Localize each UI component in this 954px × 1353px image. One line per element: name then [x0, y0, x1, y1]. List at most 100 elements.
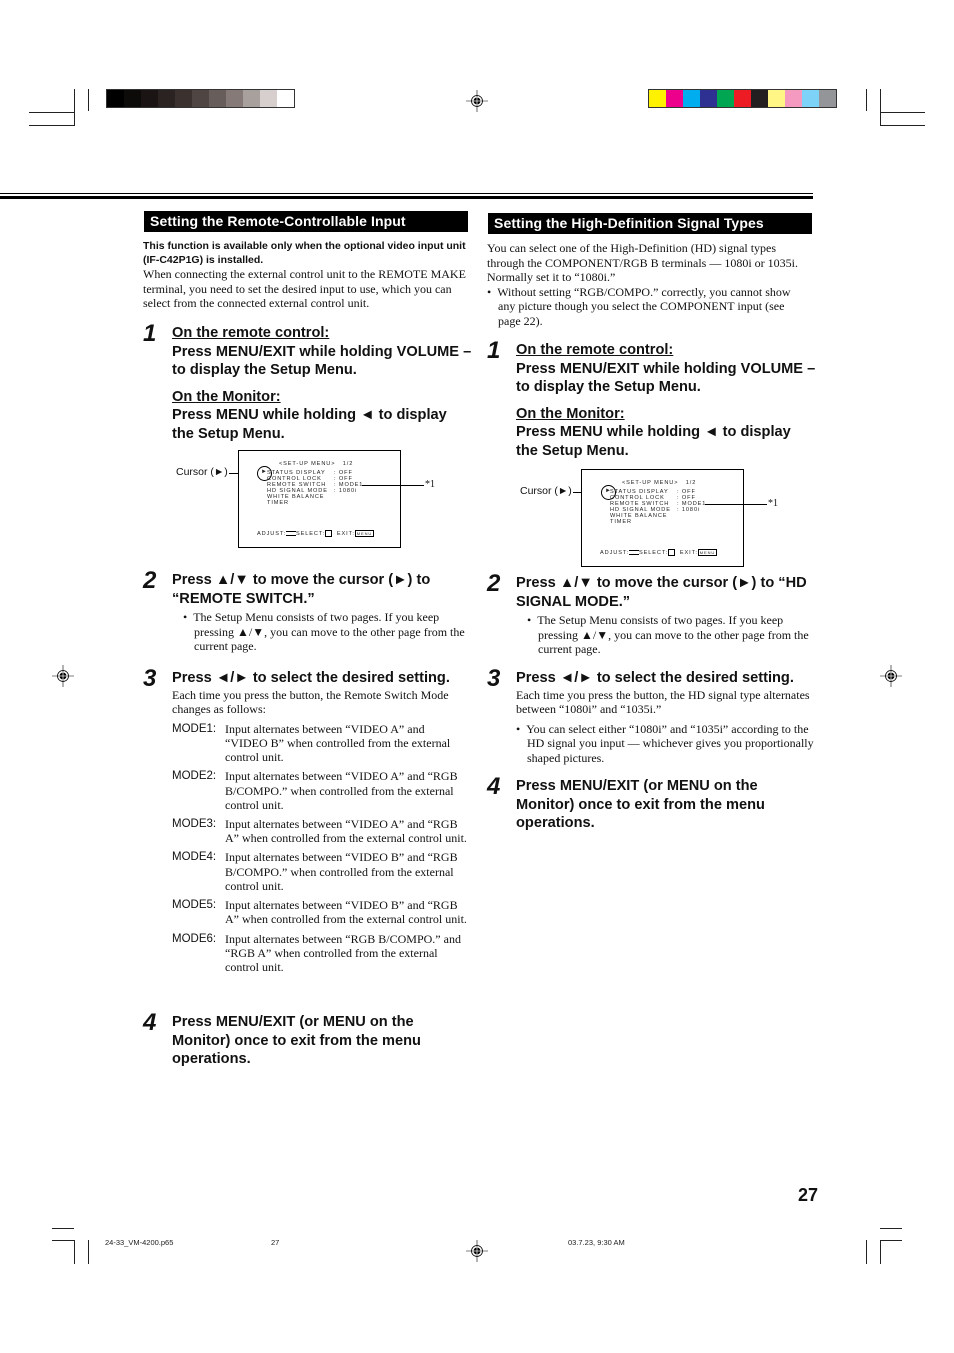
mode-description: Input alternates between “VIDEO A” and “…: [225, 817, 467, 846]
step-text: Each time you press the button, the HD s…: [516, 687, 810, 717]
crop-mark: [52, 1228, 74, 1229]
mode-label: MODE5:: [172, 899, 217, 912]
crop-mark: [880, 125, 925, 126]
crop-mark: [880, 1240, 881, 1264]
header-rule: [0, 196, 813, 199]
mode-label: MODE4:: [172, 851, 217, 864]
mode-label: MODE2:: [172, 770, 217, 783]
intro-paragraph: When connecting the external control uni…: [143, 267, 466, 311]
calibration-swatch: [243, 90, 260, 107]
left-intro: This function is available only when the…: [143, 239, 469, 311]
mode-list: MODE1: Input alternates between “VIDEO A”…: [172, 722, 477, 975]
intro-paragraph: You can select one of the High-Definitio…: [487, 241, 798, 285]
remote-instruction: Press MENU/EXIT while holding VOLUME – t…: [516, 360, 816, 396]
remote-heading: On the remote control:: [172, 325, 330, 341]
crop-mark: [52, 1240, 74, 1241]
cursor-label: Cursor (►): [520, 485, 572, 497]
remote-heading: On the remote control:: [516, 342, 674, 358]
menu-footer: ADJUST: SELECT: EXIT: MENU: [257, 529, 375, 537]
step-body: Press MENU/EXIT (or MENU on the Monitor)…: [516, 777, 806, 833]
crop-mark: [29, 112, 74, 113]
calibration-swatch: [226, 90, 243, 107]
calibration-swatch: [158, 90, 175, 107]
menu-item-value: : 1080i: [677, 507, 701, 513]
calibration-swatch: [277, 90, 294, 107]
calibration-swatch: [175, 90, 192, 107]
menu-title: <SET-UP MENU> 1/2: [279, 461, 354, 467]
step-body: Press MENU/EXIT (or MENU on the Monitor)…: [172, 1013, 462, 1069]
crop-mark: [880, 89, 881, 126]
menu-item-label: TIMER: [610, 519, 632, 525]
calibration-swatch: [666, 90, 683, 107]
mode-description: Input alternates between “VIDEO A” and “…: [225, 721, 451, 765]
calibration-swatch: [141, 90, 158, 107]
step-bullet: • The Setup Menu consists of two pages. …: [183, 610, 465, 654]
footnote-leader: [362, 485, 424, 486]
section-title-hd-signal: Setting the High-Definition Signal Types: [488, 213, 812, 234]
monitor-instruction: Press MENU while holding ◄ to display th…: [172, 407, 447, 442]
page-ref: 27: [271, 1238, 280, 1247]
step-number: 3: [487, 665, 501, 692]
section-title-remote-input: Setting the Remote-Controllable Input: [144, 211, 468, 232]
mode-label: MODE6:: [172, 932, 217, 945]
registration-mark-icon: [880, 665, 902, 687]
cursor-label: Cursor (►): [176, 466, 228, 478]
crop-mark: [880, 112, 925, 113]
calibration-swatch: [124, 90, 141, 107]
mode-description: Input alternates between “RGB B/COMPO.” …: [225, 931, 461, 975]
step-number: 2: [487, 570, 501, 597]
monitor-heading: On the Monitor:: [516, 405, 625, 422]
step-body: Press ▲/▼ to move the cursor (►) to “HD …: [516, 574, 816, 657]
step-body: On the remote control: Press MENU/EXIT w…: [516, 341, 816, 460]
step-title: Press ▲/▼ to move the cursor (►) to “HD …: [516, 575, 807, 610]
header-rule: [0, 193, 813, 194]
mode-description: Input alternates between “VIDEO A” and “…: [225, 769, 458, 812]
mode-description: Input alternates between “VIDEO B” and “…: [225, 898, 467, 927]
grayscale-calibration-bar: [106, 89, 295, 108]
step-text: Each time you press the button, the Remo…: [172, 687, 449, 717]
mode-label: MODE1:: [172, 722, 217, 735]
calibration-swatch: [649, 90, 666, 107]
file-name: 24-33_VM-4200.p65: [105, 1238, 174, 1247]
mode-item: MODE5: Input alternates between “VIDEO B”…: [172, 898, 477, 927]
crop-mark: [74, 1240, 75, 1264]
step-body: Press ◄/► to select the desired setting.…: [516, 669, 816, 765]
step-body: Press ▲/▼ to move the cursor (►) to “REM…: [172, 571, 472, 654]
mode-item: MODE3: Input alternates between “VIDEO A”…: [172, 817, 477, 846]
step-body: On the remote control: Press MENU/EXIT w…: [172, 324, 472, 443]
crop-mark: [74, 89, 75, 126]
calibration-swatch: [802, 90, 819, 107]
step-bullet: • You can select either “1080i” and “103…: [516, 721, 814, 765]
menu-footer: ADJUST: SELECT: EXIT: MENU: [600, 548, 718, 556]
footnote-leader: [705, 504, 767, 505]
step-body: Press ◄/► to select the desired setting.…: [172, 669, 477, 979]
mode-item: MODE4: Input alternates between “VIDEO B”…: [172, 850, 477, 893]
step-title: Press ◄/► to select the desired setting.: [516, 670, 794, 686]
timestamp: 03.7.23, 9:30 AM: [568, 1238, 625, 1247]
calibration-swatch: [683, 90, 700, 107]
monitor-instruction: Press MENU while holding ◄ to display th…: [516, 424, 791, 459]
crop-mark: [88, 89, 89, 111]
step-number: 4: [487, 773, 501, 800]
step-number: 1: [143, 320, 157, 347]
mode-description: Input alternates between “VIDEO B” and “…: [225, 850, 458, 894]
crop-mark: [866, 1240, 867, 1264]
calibration-swatch: [751, 90, 768, 107]
monitor-heading: On the Monitor:: [172, 388, 281, 405]
step-number: 2: [143, 567, 157, 594]
mode-item: MODE2: Input alternates between “VIDEO A”…: [172, 769, 477, 812]
footnote-marker: *1: [425, 479, 435, 490]
step-title: Press MENU/EXIT (or MENU on the Monitor)…: [172, 1014, 421, 1067]
calibration-swatch: [819, 90, 836, 107]
step-number: 1: [487, 337, 501, 364]
menu-item-value: : 1080i: [334, 488, 358, 494]
menu-item-label: TIMER: [267, 500, 289, 506]
calibration-swatch: [717, 90, 734, 107]
footnote-marker: *1: [768, 498, 778, 509]
calibration-swatch: [734, 90, 751, 107]
calibration-swatch: [209, 90, 226, 107]
calibration-swatch: [768, 90, 785, 107]
step-number: 4: [143, 1009, 157, 1036]
calibration-swatch: [107, 90, 124, 107]
calibration-swatch: [700, 90, 717, 107]
